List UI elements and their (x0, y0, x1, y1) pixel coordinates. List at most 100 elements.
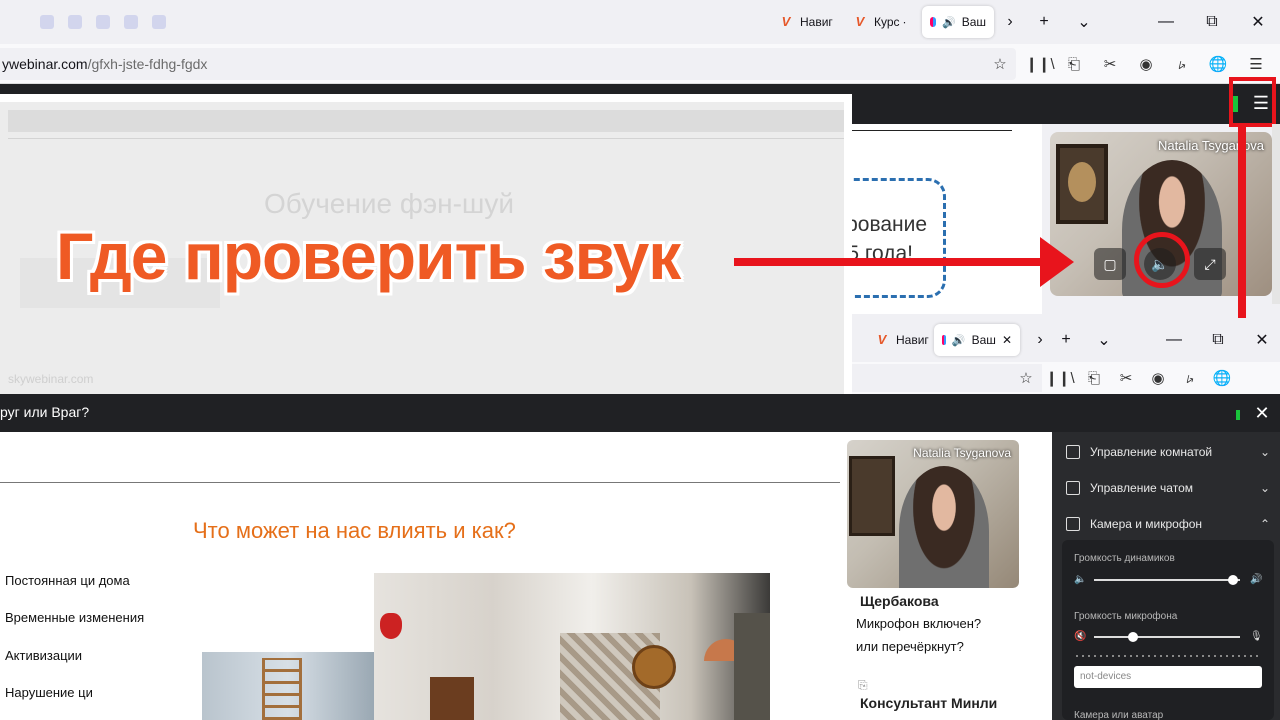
speaker-volume-label: Громкость динамиков (1074, 553, 1175, 564)
webinar-logo-icon: V (877, 332, 887, 347)
chevron-down-icon: ⌄ (1259, 445, 1270, 459)
interior-photo (374, 573, 770, 720)
globe-icon[interactable]: 🌐 (1208, 364, 1236, 392)
speaker-volume-slider[interactable] (1094, 579, 1240, 581)
slide-list-item: Временные изменения (5, 610, 145, 625)
room-logo-icon (942, 335, 946, 345)
minimize-button[interactable]: — (1160, 326, 1188, 354)
screenshot-icon[interactable]: ⎗ (1080, 364, 1108, 392)
lower-tab-active[interactable]: 🔊 Ваш ✕ (934, 324, 1020, 356)
volume-low-icon: 🔈 (1074, 574, 1087, 585)
profile-avatar-icon[interactable]: ◉ (1144, 364, 1172, 392)
tab-list-button[interactable]: ⌄ (1070, 8, 1098, 36)
restore-button[interactable]: ⧉ (1198, 8, 1226, 36)
mic-level-meter (1076, 655, 1262, 657)
new-tab-button[interactable]: + (1052, 326, 1080, 354)
tab-kurs[interactable]: V Курс ∙ (844, 6, 914, 38)
wall-mirror (1056, 144, 1108, 224)
browser-tab-bar: V Навиг V Курс ∙ 🔊 Ваш › + ⌄ — ⧉ ✕ (0, 0, 1280, 44)
tab-scroll-right-icon[interactable]: › (1026, 326, 1054, 354)
camera-avatar-label: Камера или аватар (1074, 710, 1164, 720)
host-person (899, 466, 989, 588)
round-mirror (632, 645, 676, 689)
room-logo-icon (930, 17, 936, 27)
library-icon[interactable]: ❙❙\ (1045, 364, 1074, 392)
bookmark-star-icon[interactable]: ☆ (1012, 364, 1040, 392)
overlay-divider (8, 138, 844, 139)
speaker-volume-knob[interactable] (1227, 575, 1238, 585)
extensions-puzzle-icon[interactable]: ⭟ (1168, 50, 1196, 78)
chevron-down-icon: ⌄ (1259, 481, 1270, 495)
close-window-button[interactable]: ✕ (1248, 326, 1276, 354)
slide-title: Что может на нас влиять и как? (193, 518, 516, 543)
close-tab-icon[interactable]: ✕ (1002, 333, 1012, 347)
fullscreen-icon[interactable]: ⤢ (1194, 248, 1226, 280)
screenshot-icon[interactable]: ⎗ (1060, 50, 1088, 78)
slide-list-item: Нарушение ци (5, 685, 93, 700)
new-tab-button[interactable]: + (1030, 8, 1058, 36)
grid-icon (1066, 445, 1080, 459)
slide-divider (0, 482, 840, 483)
host-video-name: Natalia Tsyganova (913, 446, 1011, 460)
library-icon[interactable]: ❙❙\ (1025, 50, 1054, 78)
media-icon (1066, 517, 1080, 531)
copy-icon[interactable]: ⎘ (858, 678, 868, 693)
camera-mic-section[interactable]: Камера и микрофон ⌃ (1066, 514, 1272, 534)
tab-scroll-right-icon[interactable]: › (996, 8, 1024, 36)
ladder (262, 658, 302, 720)
profile-avatar-icon[interactable]: ◉ (1132, 50, 1160, 78)
tab-active-webinar[interactable]: 🔊 Ваш (922, 6, 994, 38)
extension-icon[interactable]: ✂ (1096, 50, 1124, 78)
lower-tab-navig[interactable]: V Навиг (866, 324, 937, 356)
restore-button[interactable]: ⧉ (1204, 326, 1232, 354)
tab-list-button[interactable]: ⌄ (1090, 326, 1118, 354)
host-video-name: Natalia Tsyganova (1158, 138, 1264, 153)
globe-icon[interactable]: 🌐 (1204, 50, 1232, 78)
browser-nav-bar: ywebinar.com/gfxh-jste-fdhg-fgdx (0, 44, 1280, 84)
volume-high-icon: 🔊 (1250, 574, 1263, 585)
room-title: руг или Враг? (0, 404, 90, 420)
window (734, 613, 770, 720)
headline: Где проверить звук (56, 219, 681, 293)
ladder-photo (202, 652, 374, 720)
signal-strength-icon (1236, 410, 1240, 420)
speaker-tab-icon: 🔊 (941, 16, 956, 29)
host-video-small: Natalia Tsyganova (847, 440, 1019, 588)
extension-icon[interactable]: ✂ (1112, 364, 1140, 392)
moose-decor (380, 613, 402, 639)
wall-mirror (849, 456, 895, 536)
chat-message-line: или перечёркнут? (856, 639, 964, 654)
overlay-ghost-url: skywebinar.com (8, 372, 94, 386)
mic-muted-icon: 🔇 (1074, 631, 1087, 642)
tab-navig[interactable]: V Навиг (770, 6, 841, 38)
chevron-up-icon: ⌃ (1259, 517, 1270, 531)
slide-list-item: Постоянная ци дома (5, 573, 130, 588)
address-bar[interactable]: ywebinar.com/gfxh-jste-fdhg-fgdx (0, 48, 1016, 80)
mic-device-select[interactable]: not-devices (1074, 666, 1262, 688)
app-menu-icon[interactable]: ☰ (1242, 50, 1270, 78)
extensions-puzzle-icon[interactable]: ⭟ (1176, 364, 1204, 392)
firewood (430, 677, 474, 720)
overlay-ghost-title: Обучение фэн-шуй (264, 188, 515, 219)
page-scroll-strip (1272, 124, 1280, 304)
chat-message-line: Микрофон включен? (856, 616, 982, 631)
webinar-logo-icon: V (855, 14, 865, 29)
slide-list-item: Активизации (5, 648, 83, 663)
lower-tab-bar: V Навиг 🔊 Ваш ✕ › + ⌄ — ⧉ ✕ (852, 318, 1280, 362)
faded-background-tabs (40, 12, 166, 32)
bookmark-star-icon[interactable]: ☆ (986, 50, 1014, 78)
close-panel-icon[interactable]: ✕ (1252, 403, 1272, 423)
chat-control-section[interactable]: Управление чатом ⌄ (1066, 478, 1272, 498)
overlay-header-band (8, 110, 844, 132)
slide-divider (852, 130, 1012, 131)
highlight-menu-box (1229, 77, 1276, 127)
camera-icon[interactable]: ▢ (1094, 248, 1126, 280)
mic-volume-slider[interactable] (1094, 636, 1240, 638)
highlight-sound-ring (1134, 232, 1190, 288)
room-control-section[interactable]: Управление комнатой ⌄ (1066, 442, 1272, 462)
mic-icon: 🎙 (1250, 631, 1263, 642)
arrow-to-sound (734, 258, 1064, 266)
camera-mic-settings (1062, 540, 1274, 720)
minimize-button[interactable]: — (1152, 8, 1180, 36)
close-window-button[interactable]: ✕ (1244, 8, 1272, 36)
